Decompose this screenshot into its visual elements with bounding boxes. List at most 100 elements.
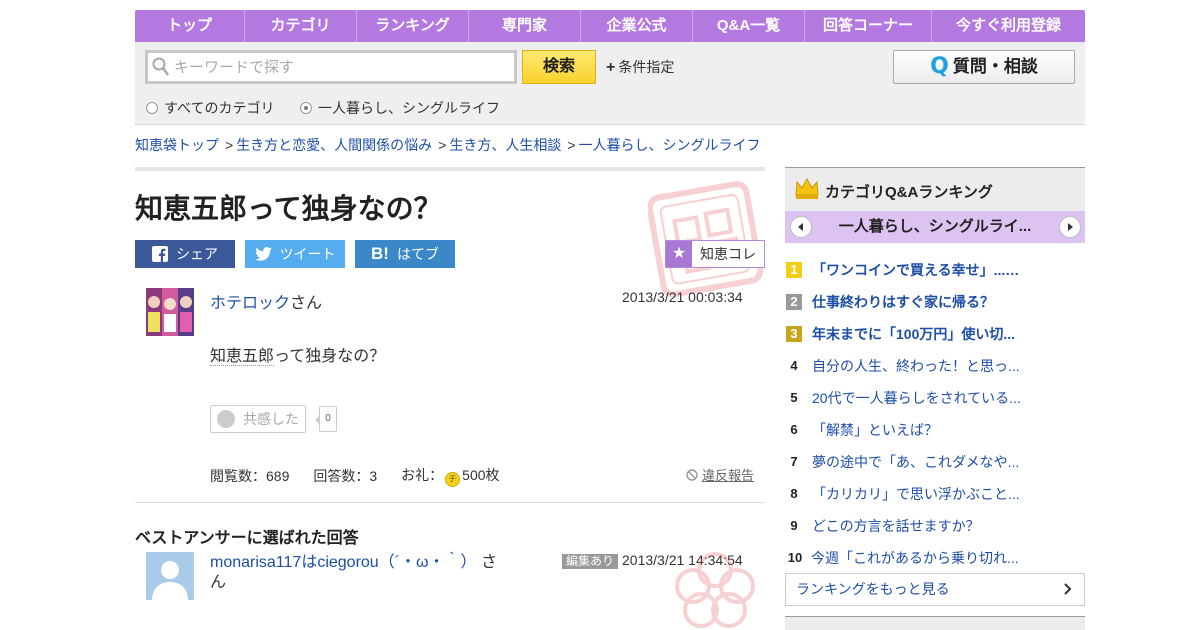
ask-question-label: 質問・相談 (952, 57, 1038, 76)
ranking-item[interactable]: 3 年末までに「100万円」使い切... (785, 318, 1085, 350)
crown-icon (795, 177, 819, 199)
chevron-left-icon (798, 223, 803, 231)
ranking-item-link[interactable]: どこの方言を話せますか？ (812, 516, 980, 536)
avatar[interactable] (146, 288, 194, 336)
share-twitter-button[interactable]: ツイート (245, 240, 345, 268)
breadcrumb-link[interactable]: 生き方と恋愛、人間関係の悩み (236, 137, 432, 153)
ranking-item-link[interactable]: 「カリカリ」で思い浮かぶこと... (812, 484, 1020, 504)
scope-current-radio[interactable]: 一人暮らし、シングルライフ (300, 98, 500, 118)
ranking-item[interactable]: 8 「カリカリ」で思い浮かぶこと... (785, 478, 1085, 510)
breadcrumb-link[interactable]: 一人暮らし、シングルライフ (579, 137, 761, 153)
ranking-item[interactable]: 7 夢の途中で「あ、これダメなや... (785, 446, 1085, 478)
ranking-item[interactable]: 1 「ワンコインで買える幸せ」...… (785, 254, 1085, 286)
rank-number: 3 (786, 326, 802, 342)
ranking-item-link[interactable]: 年末までに「100万円」使い切... (812, 324, 1015, 344)
question-stats: 閲覧数：689 回答数：3 お礼：チ 500枚 (210, 465, 500, 487)
question-author: ホテロックさん (210, 289, 322, 313)
rank-number: 2 (786, 294, 802, 310)
ranking-item[interactable]: 2 仕事終わりはすぐ家に帰る？ (785, 286, 1085, 318)
nav-top[interactable]: トップ (135, 10, 245, 42)
ranking-title: カテゴリQ&Aランキング (825, 184, 993, 201)
ranking-item-link[interactable]: 20代で一人暮らしをされている... (812, 388, 1021, 408)
nav-official[interactable]: 企業公式 (581, 10, 693, 42)
view-count: 閲覧数：689 (210, 468, 290, 484)
search-icon (152, 57, 169, 76)
ranking-item-link[interactable]: 自分の人生、終わった！と思っ... (812, 356, 1020, 376)
ranking-category-label: 一人暮らし、シングルライ... (838, 218, 1032, 235)
plus-icon: + (606, 59, 616, 76)
avatar[interactable] (146, 552, 194, 600)
empathy-button[interactable]: 共感した (210, 405, 306, 433)
ranking-prev-button[interactable] (790, 216, 812, 238)
rank-number: 10 (787, 550, 803, 565)
question-body-text: って独身なの？ (274, 348, 386, 365)
chie-kore-button[interactable]: ★ 知恵コレ (665, 240, 765, 268)
keyword-link[interactable]: 知恵五郎 (210, 348, 275, 366)
ranking-more-button[interactable]: ランキングをもっと見る (785, 573, 1085, 606)
share-facebook-label: シェア (176, 246, 218, 262)
nav-experts[interactable]: 専門家 (469, 10, 581, 42)
prohibited-icon (686, 468, 698, 481)
share-twitter-label: ツイート (279, 246, 336, 262)
search-input[interactable] (145, 50, 517, 84)
reward: お礼：チ 500枚 (401, 465, 500, 487)
breadcrumb: 知恵袋トップ > 生き方と恋愛、人間関係の悩み > 生き方、人生相談 > 一人暮らし、シング… (135, 135, 761, 155)
section-divider (135, 167, 765, 171)
scope-current-label: 一人暮らし、シングルライフ (318, 100, 500, 116)
report-link[interactable]: 違反報告 (686, 465, 754, 484)
nav-register[interactable]: 今すぐ利用登録 (932, 10, 1085, 42)
empathy-label: 共感した (243, 411, 299, 427)
honorific: さん (290, 295, 323, 312)
rank-number: 5 (790, 390, 798, 405)
ranking-next-button[interactable] (1059, 216, 1081, 238)
condition-toggle[interactable]: + 条件指定 (606, 57, 674, 77)
breadcrumb-link[interactable]: 知恵袋トップ (135, 137, 219, 153)
ranking-item[interactable]: 6 「解禁」といえば？ (785, 414, 1085, 446)
chie-kore-label: 知恵コレ (700, 246, 756, 262)
nav-category[interactable]: カテゴリ (245, 10, 357, 42)
rank-number: 8 (790, 486, 798, 501)
question-date: 2013/3/21 00:03:34 (622, 289, 743, 305)
question-title: 知恵五郎って独身なの？ (135, 193, 442, 224)
ranking-item-link[interactable]: 仕事終わりはすぐ家に帰る？ (812, 292, 994, 312)
global-nav: トップ カテゴリ ランキング 専門家 企業公式 Q&A一覧 回答コーナー 今すぐ… (135, 10, 1085, 42)
facebook-icon (152, 246, 168, 262)
share-hatena-button[interactable]: B! はてブ (355, 240, 455, 268)
ask-question-button[interactable]: Q 質問・相談 (893, 50, 1075, 84)
nav-ranking[interactable]: ランキング (357, 10, 469, 42)
best-answer-author: monarisa117はciegorou（´・ω・｀） さん (210, 553, 500, 593)
ranking-item-link[interactable]: 「ワンコインで買える幸せ」...… (812, 260, 1019, 280)
breadcrumb-link[interactable]: 生き方、人生相談 (449, 137, 561, 153)
ranking-item[interactable]: 9 どこの方言を話せますか？ (785, 510, 1085, 542)
ranking-item[interactable]: 10 今週「これがあるから乗り切れ... (785, 542, 1085, 574)
smile-icon (217, 410, 235, 428)
share-hatena-label: はてブ (396, 246, 439, 262)
scope-all-radio[interactable]: すべてのカテゴリ (146, 98, 274, 118)
ranking-list: 1 「ワンコインで買える幸せ」...… 2 仕事終わりはすぐ家に帰る？ 3 年末までに… (785, 254, 1085, 574)
radio-off-icon (146, 102, 158, 114)
ranking-item-link[interactable]: 「解禁」といえば？ (812, 420, 938, 440)
ranking-item[interactable]: 4 自分の人生、終わった！と思っ... (785, 350, 1085, 382)
chevron-right-icon (1068, 223, 1073, 231)
nav-answer-corner[interactable]: 回答コーナー (805, 10, 932, 42)
rank-number: 9 (790, 518, 798, 533)
breadcrumb-separator: > (438, 137, 447, 153)
search-button[interactable]: 検索 (522, 50, 596, 84)
report-label: 違反報告 (702, 468, 755, 483)
rank-number: 7 (790, 454, 798, 469)
ranking-more-label: ランキングをもっと見る (796, 581, 950, 597)
twitter-icon (254, 247, 272, 261)
best-answer-author-link[interactable]: monarisa117はciegorou（´・ω・｀） (210, 554, 477, 571)
rank-number: 1 (786, 262, 802, 278)
ranking-item-link[interactable]: 今週「これがあるから乗り切れ... (811, 548, 1019, 568)
coin-icon: チ (445, 472, 461, 487)
best-answer-flower-stamp-icon (675, 552, 755, 628)
condition-label: 条件指定 (618, 59, 675, 75)
share-facebook-button[interactable]: シェア (135, 240, 235, 268)
next-section-header (785, 616, 1085, 630)
nav-qa-list[interactable]: Q&A一覧 (693, 10, 805, 42)
rank-number: 4 (790, 358, 798, 373)
question-author-link[interactable]: ホテロック (210, 295, 290, 312)
ranking-item[interactable]: 5 20代で一人暮らしをされている... (785, 382, 1085, 414)
ranking-item-link[interactable]: 夢の途中で「あ、これダメなや... (812, 452, 1019, 472)
